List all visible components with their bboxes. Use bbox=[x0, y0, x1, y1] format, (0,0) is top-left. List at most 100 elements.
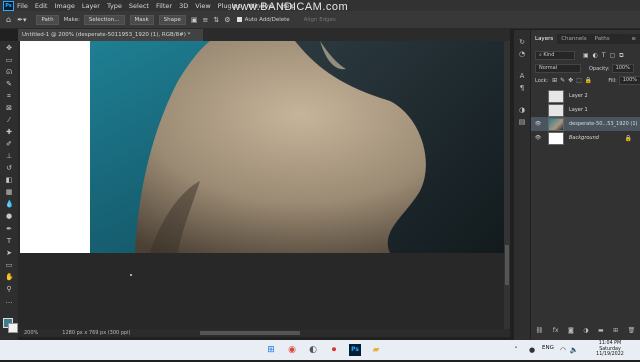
clock-date: 11/19/2022 bbox=[596, 352, 624, 357]
link-layers-icon[interactable]: ⛓ bbox=[536, 327, 544, 334]
menu-type[interactable]: Type bbox=[107, 2, 122, 10]
zoom-tool-icon[interactable]: ⚲ bbox=[5, 285, 13, 293]
lasso-tool-icon[interactable]: ᘏ bbox=[5, 68, 13, 76]
character-icon[interactable]: A bbox=[518, 72, 526, 80]
filter-shape-icon[interactable]: ▢ bbox=[610, 52, 616, 59]
lock-pixels-icon[interactable]: ⊞ bbox=[552, 77, 557, 84]
opacity-field[interactable]: 100% bbox=[611, 64, 634, 73]
path-selection-tool-icon[interactable]: ➤ bbox=[5, 249, 13, 257]
adjustments-icon[interactable]: ◑ bbox=[518, 106, 526, 114]
layer-name: Layer 1 bbox=[569, 107, 588, 113]
trash-icon[interactable]: 🗑 bbox=[628, 327, 636, 334]
home-icon[interactable]: ⌂ bbox=[6, 15, 11, 24]
brush-tool-icon[interactable]: ✐ bbox=[5, 140, 13, 148]
system-clock[interactable]: 11:04 PM Saturday 11/19/2022 bbox=[582, 339, 638, 362]
align-edges-label[interactable]: Align Edges bbox=[304, 17, 336, 23]
new-layer-icon[interactable]: ⊞ bbox=[613, 327, 618, 334]
paragraph-icon[interactable]: ¶ bbox=[518, 84, 526, 92]
tool-mode-select[interactable]: Path bbox=[36, 14, 59, 25]
layer-row[interactable]: 👁 Background 🔒 bbox=[531, 131, 640, 145]
properties-icon[interactable]: ◔ bbox=[518, 50, 526, 58]
menu-file[interactable]: File bbox=[17, 2, 28, 10]
eye-icon[interactable]: 👁 bbox=[534, 121, 542, 127]
chrome-icon[interactable]: ◉ bbox=[286, 344, 298, 356]
artboard-tool-icon[interactable]: ▭ bbox=[5, 56, 13, 64]
layer-row[interactable]: Layer 1 bbox=[531, 103, 640, 117]
path-arrangement-icon[interactable]: ⇅ bbox=[213, 16, 219, 24]
fill-field[interactable]: 100% bbox=[618, 76, 640, 85]
volume-icon[interactable]: 🔈 bbox=[568, 344, 580, 356]
lock-paint-icon[interactable]: ✎ bbox=[560, 77, 565, 84]
crop-tool-icon[interactable]: ⌗ bbox=[5, 92, 13, 100]
menu-3d[interactable]: 3D bbox=[179, 2, 188, 10]
rectangle-tool-icon[interactable]: ▭ bbox=[5, 261, 13, 269]
pen-tool-icon[interactable]: ✒ bbox=[5, 225, 13, 233]
menu-edit[interactable]: Edit bbox=[35, 2, 48, 10]
pen-tool-icon[interactable]: ✒▾ bbox=[17, 16, 26, 24]
path-operations-icon[interactable]: ▣ bbox=[191, 16, 198, 24]
clone-stamp-tool-icon[interactable]: ⊥ bbox=[5, 152, 13, 160]
zoom-level[interactable]: 200% bbox=[24, 330, 38, 336]
eyedropper-tool-icon[interactable]: ⁄ bbox=[5, 116, 13, 124]
healing-brush-tool-icon[interactable]: ✚ bbox=[5, 128, 13, 136]
libraries-icon[interactable]: ▤ bbox=[518, 118, 526, 126]
add-mask-icon[interactable]: ◙ bbox=[568, 327, 574, 334]
menu-layer[interactable]: Layer bbox=[82, 2, 100, 10]
tab-channels[interactable]: Channels bbox=[557, 34, 590, 44]
lock-artboard-icon[interactable]: ⬚ bbox=[576, 77, 582, 84]
make-selection-button[interactable]: Selection... bbox=[83, 14, 125, 25]
panel-menu-icon[interactable]: ≡ bbox=[627, 34, 640, 44]
tools-panel: ✥ ▭ ᘏ ✎ ⌗ ⊠ ⁄ ✚ ✐ ⊥ ↺ ◧ ▦ 💧 ● ✒ T ➤ ▭ ✋ … bbox=[0, 41, 19, 341]
lock-all-icon[interactable]: 🔒 bbox=[585, 77, 592, 84]
layer-style-icon[interactable]: fx bbox=[553, 327, 559, 334]
history-brush-tool-icon[interactable]: ↺ bbox=[5, 164, 13, 172]
menu-select[interactable]: Select bbox=[129, 2, 149, 10]
filter-pixel-icon[interactable]: ▣ bbox=[583, 52, 589, 59]
filter-type-icon[interactable]: T bbox=[602, 52, 606, 59]
eraser-tool-icon[interactable]: ◧ bbox=[5, 176, 13, 184]
vertical-scroll-thumb[interactable] bbox=[505, 245, 509, 285]
tab-paths[interactable]: Paths bbox=[591, 34, 614, 44]
record-icon[interactable]: ⏺ bbox=[328, 344, 340, 356]
type-tool-icon[interactable]: T bbox=[5, 237, 13, 245]
gradient-tool-icon[interactable]: ▦ bbox=[5, 188, 13, 196]
move-tool-icon[interactable]: ✥ bbox=[5, 44, 13, 52]
file-explorer-icon[interactable]: ▰ bbox=[370, 344, 382, 356]
horizontal-scroll-thumb[interactable] bbox=[200, 331, 300, 335]
layer-row-selected[interactable]: 👁 desperate-50...53_1920 (1) bbox=[531, 117, 640, 131]
lock-position-icon[interactable]: ✥ bbox=[568, 77, 573, 84]
more-tools-icon[interactable]: … bbox=[5, 297, 13, 305]
adjustment-layer-icon[interactable]: ◑ bbox=[583, 327, 588, 334]
background-color-swatch[interactable] bbox=[8, 323, 18, 333]
blend-mode-select[interactable]: Normal bbox=[535, 64, 581, 73]
eye-icon[interactable]: 👁 bbox=[534, 135, 542, 141]
photoshop-taskbar-icon[interactable]: Ps bbox=[349, 344, 361, 356]
quick-selection-tool-icon[interactable]: ✎ bbox=[5, 80, 13, 88]
group-folder-icon[interactable]: ▬ bbox=[598, 327, 604, 334]
document-tab[interactable]: Untitled-1 @ 200% (desperate-5011953_192… bbox=[18, 29, 203, 41]
menu-image[interactable]: Image bbox=[54, 2, 74, 10]
make-mask-button[interactable]: Mask bbox=[129, 14, 154, 25]
filter-adjust-icon[interactable]: ◐ bbox=[593, 52, 598, 59]
menu-filter[interactable]: Filter bbox=[156, 2, 172, 10]
language-indicator[interactable]: ENG bbox=[542, 345, 554, 351]
kind-filter-select[interactable]: ⌕ Kind bbox=[535, 51, 575, 60]
filter-smart-icon[interactable]: ⧉ bbox=[619, 52, 623, 60]
tab-layers[interactable]: Layers bbox=[531, 34, 558, 44]
layer-row[interactable]: Layer 2 bbox=[531, 89, 640, 103]
dodge-tool-icon[interactable]: ● bbox=[5, 212, 13, 220]
app-icon[interactable]: ◐ bbox=[307, 344, 319, 356]
tray-app-icon[interactable]: ● bbox=[526, 344, 538, 356]
frame-tool-icon[interactable]: ⊠ bbox=[5, 104, 13, 112]
path-alignment-icon[interactable]: ≡ bbox=[203, 16, 209, 24]
history-icon[interactable]: ↻ bbox=[518, 38, 526, 46]
tray-chevron-icon[interactable]: ˄ bbox=[510, 344, 522, 356]
auto-add-delete-checkbox[interactable] bbox=[236, 17, 242, 22]
settings-gear-icon[interactable]: ⚙ bbox=[224, 16, 230, 24]
hand-tool-icon[interactable]: ✋ bbox=[5, 273, 14, 281]
menu-view[interactable]: View bbox=[195, 2, 210, 10]
blur-tool-icon[interactable]: 💧 bbox=[5, 200, 14, 208]
make-shape-button[interactable]: Shape bbox=[158, 14, 186, 25]
vertical-scrollbar[interactable] bbox=[504, 41, 510, 329]
windows-start-icon[interactable]: ⊞ bbox=[265, 344, 277, 356]
